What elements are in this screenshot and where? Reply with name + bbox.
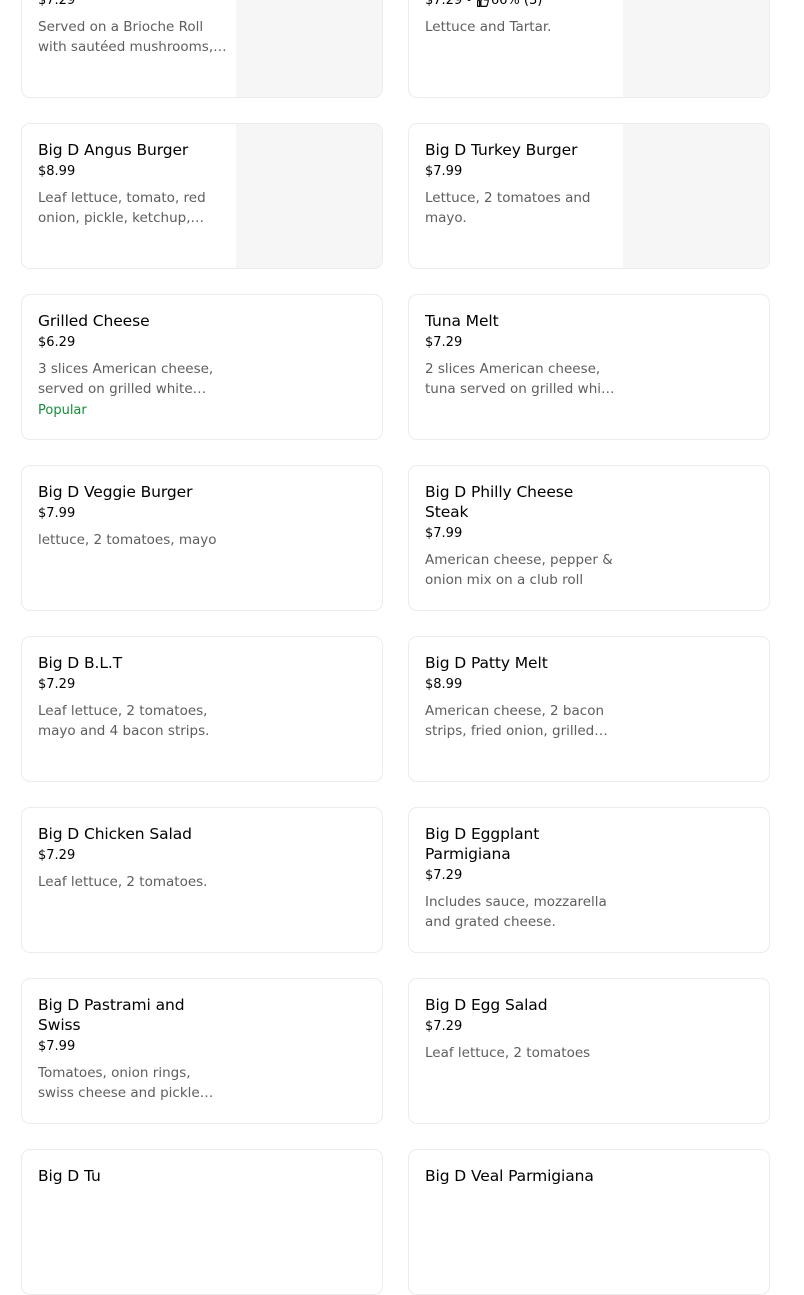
thumbs-up-icon — [476, 0, 489, 8]
menu-item-card-burger[interactable]: Burger$7.29Served on a Brioche Roll with… — [21, 0, 383, 98]
menu-item-description: 3 slices American cheese, served on gril… — [38, 361, 214, 397]
menu-item-meta: $7.29 — [425, 868, 617, 884]
menu-item-name: Big D Philly Cheese Steak — [425, 483, 574, 521]
menu-item-meta: $7.29 • 66% (3) — [425, 0, 617, 9]
menu-item-meta: $7.29 — [425, 1019, 617, 1035]
menu-item-meta: $7.99 — [425, 526, 617, 542]
menu-item-price: $6.29 — [38, 335, 76, 350]
menu-item-price: $7.99 — [425, 164, 463, 179]
menu-item-info: Burger$7.29Served on a Brioche Roll with… — [38, 0, 230, 57]
menu-item-info: Big D Pastrami and Swiss $7.99 Tomatoes, o… — [38, 995, 230, 1103]
menu-item-image-placeholder — [623, 124, 769, 268]
menu-item-card-big-d-egg-salad[interactable]: Big D Egg Salad $7.29 Leaf lettuce, 2 toma… — [408, 978, 770, 1124]
menu-item-price: $7.99 — [425, 526, 463, 541]
menu-item-info: Tuna Melt $7.29 2 slices American cheese, … — [425, 311, 617, 399]
menu-item-image-placeholder — [236, 0, 382, 97]
menu-item-rating: 66% (3) — [490, 0, 543, 8]
menu-item-meta: $7.29 — [38, 677, 230, 693]
menu-item-name: Big D Pastrami and Swiss — [38, 996, 185, 1034]
menu-item-description: Tomatoes, onion rings, swiss cheese and … — [38, 1065, 200, 1101]
menu-item-name: Big D Angus Burger — [38, 141, 189, 159]
menu-item-name: Big D Veal Parmigiana — [425, 1167, 594, 1185]
menu-item-description: American cheese, 2 bacon strips, fried o… — [425, 703, 605, 739]
menu-item-card-grilled-cheese[interactable]: Grilled Cheese $6.29 3 slices American che… — [21, 294, 383, 440]
menu-item-price: $7.99 — [38, 1039, 76, 1054]
menu-item-price: $7.29 — [38, 848, 76, 863]
menu-item-price: $8.99 — [425, 677, 463, 692]
popular-badge: Popular — [38, 403, 87, 418]
menu-item-meta: $7.29 — [38, 848, 230, 864]
menu-item-meta: $7.29 — [38, 0, 230, 9]
menu-item-description: Leaf lettuce, tomato, red onion, pickle,… — [38, 190, 206, 226]
menu-item-meta: $7.29 — [425, 335, 617, 351]
menu-item-price: $7.29 — [38, 0, 76, 8]
menu-item-name: Big D Turkey Burger — [425, 141, 578, 159]
menu-item-description: American cheese, pepper & onion mix on a… — [425, 552, 613, 588]
menu-item-info: Big D Chicken Salad $7.29 Leaf lettuce, 2 … — [38, 824, 230, 892]
menu-item-price: $7.99 — [38, 506, 76, 521]
menu-item-name: Big D Chicken Salad — [38, 825, 192, 843]
menu-item-info: Grilled Cheese $6.29 3 slices American che… — [38, 311, 230, 421]
menu-item-name: Big D Patty Melt — [425, 654, 548, 672]
menu-item-card-tuna-melt[interactable]: Tuna Melt $7.29 2 slices American cheese, … — [408, 294, 770, 440]
menu-item-name: Big D Veggie Burger — [38, 483, 193, 501]
menu-items-grid: Burger$7.29Served on a Brioche Roll with… — [0, 0, 804, 1295]
menu-item-info: Big D Patty Melt $8.99 American cheese, 2 … — [425, 653, 617, 741]
menu-item-meta: $8.99 — [38, 164, 230, 180]
menu-item-name: Grilled Cheese — [38, 312, 150, 330]
menu-item-card-sandwich[interactable]: Sandwich$7.29•66% (3)Lettuce and Tartar. — [408, 0, 770, 98]
menu-item-price: $7.29 — [425, 0, 463, 8]
menu-item-info: Sandwich$7.29•66% (3)Lettuce and Tartar. — [425, 0, 617, 37]
menu-item-description: Served on a Brioche Roll with sautéed mu… — [38, 19, 214, 55]
menu-item-info: Big D Veal Parmigiana — [425, 1166, 617, 1186]
menu-item-image-placeholder — [236, 124, 382, 268]
menu-item-card-big-d-angus-burger[interactable]: Big D Angus Burger $8.99 Leaf lettuce, tom… — [21, 123, 383, 269]
menu-item-description: 2 slices American cheese, tuna served on… — [425, 361, 615, 397]
menu-item-info: Big D Turkey Burger $7.99 Lettuce, 2 tomat… — [425, 140, 617, 228]
menu-item-price: $7.29 — [425, 1019, 463, 1034]
menu-item-info: Big D Veggie Burger $7.99 lettuce, 2 tomat… — [38, 482, 230, 550]
menu-item-card-big-d-philly-cheese-steak[interactable]: Big D Philly Cheese Steak $7.99 American c… — [408, 465, 770, 611]
menu-item-description: Leaf lettuce, 2 tomatoes — [425, 1045, 591, 1061]
menu-item-info: Big D Eggplant Parmigiana $7.29 Includes s… — [425, 824, 617, 932]
menu-item-description: Lettuce and Tartar. — [425, 19, 552, 35]
menu-item-description: lettuce, 2 tomatoes, mayo — [38, 532, 217, 548]
menu-item-name: Big D Eggplant Parmigiana — [425, 825, 540, 863]
menu-item-meta: $7.99 — [38, 1039, 230, 1055]
menu-item-name: Tuna Melt — [425, 312, 499, 330]
menu-item-meta: $7.99 — [38, 506, 230, 522]
menu-item-price: $7.29 — [425, 868, 463, 883]
menu-item-info: Big D Egg Salad $7.29 Leaf lettuce, 2 toma… — [425, 995, 617, 1063]
menu-item-description: Lettuce, 2 tomatoes and mayo. — [425, 190, 591, 226]
menu-item-info: Big D Philly Cheese Steak $7.99 American c… — [425, 482, 617, 590]
menu-item-name: Big D Egg Salad — [425, 996, 548, 1014]
menu-item-meta: $7.99 — [425, 164, 617, 180]
menu-item-card-big-d-b-l-t[interactable]: Big D B.L.T $7.29 Leaf lettuce, 2 tomatoes… — [21, 636, 383, 782]
menu-item-info: Big D Tu — [38, 1166, 230, 1186]
menu-item-name: Big D Tu — [38, 1167, 101, 1185]
menu-item-card-big-d-turkey-burger[interactable]: Big D Turkey Burger $7.99 Lettuce, 2 tomat… — [408, 123, 770, 269]
menu-item-image-placeholder — [623, 0, 769, 97]
menu-item-card-big-d-pastrami-and-swiss[interactable]: Big D Pastrami and Swiss $7.99 Tomatoes, o… — [21, 978, 383, 1124]
menu-item-description: Leaf lettuce, 2 tomatoes, mayo and 4 bac… — [38, 703, 210, 739]
menu-item-card-big-d-patty-melt[interactable]: Big D Patty Melt $8.99 American cheese, 2 … — [408, 636, 770, 782]
menu-item-card-big-d-chicken-salad[interactable]: Big D Chicken Salad $7.29 Leaf lettuce, 2 … — [21, 807, 383, 953]
menu-item-price: $8.99 — [38, 164, 76, 179]
menu-item-meta: $6.29 — [38, 335, 230, 351]
meta-separator: • — [465, 0, 473, 8]
menu-item-info: Big D B.L.T $7.29 Leaf lettuce, 2 tomatoes… — [38, 653, 230, 741]
menu-item-meta: $8.99 — [425, 677, 617, 693]
menu-item-name: Big D B.L.T — [38, 654, 123, 672]
menu-item-price: $7.29 — [425, 335, 463, 350]
menu-item-card-big-d-eggplant-parmigiana[interactable]: Big D Eggplant Parmigiana $7.29 Includes s… — [408, 807, 770, 953]
menu-item-description: Leaf lettuce, 2 tomatoes. — [38, 874, 208, 890]
menu-item-description: Includes sauce, mozzarella and grated ch… — [425, 894, 607, 930]
menu-item-info: Big D Angus Burger $8.99 Leaf lettuce, tom… — [38, 140, 230, 228]
menu-item-card-big-d-veggie-burger[interactable]: Big D Veggie Burger $7.99 lettuce, 2 tomat… — [21, 465, 383, 611]
menu-item-price: $7.29 — [38, 677, 76, 692]
